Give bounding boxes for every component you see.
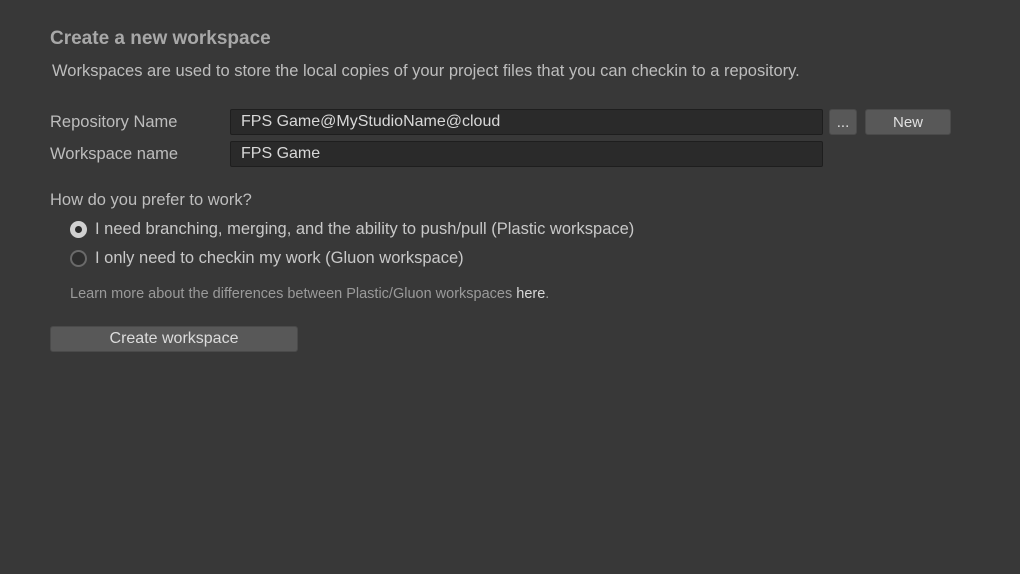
learn-more-suffix: . [545, 286, 549, 302]
radio-label: I only need to checkin my work (Gluon wo… [95, 249, 464, 268]
preference-prompt: How do you prefer to work? [50, 191, 970, 210]
new-repository-button[interactable]: New [865, 109, 951, 135]
repository-row: Repository Name ... New [50, 109, 970, 135]
radio-icon [70, 221, 87, 238]
workspace-input[interactable] [230, 141, 823, 167]
radio-label: I need branching, merging, and the abili… [95, 220, 634, 239]
learn-more-text: Learn more about the differences between… [50, 286, 970, 302]
radio-option-plastic[interactable]: I need branching, merging, and the abili… [50, 220, 970, 239]
radio-icon [70, 250, 87, 267]
radio-option-gluon[interactable]: I only need to checkin my work (Gluon wo… [50, 249, 970, 268]
workspace-label: Workspace name [50, 145, 230, 164]
create-workspace-button[interactable]: Create workspace [50, 326, 298, 352]
repository-input[interactable] [230, 109, 823, 135]
page-title: Create a new workspace [50, 28, 970, 50]
learn-more-link[interactable]: here [516, 286, 545, 302]
page-description: Workspaces are used to store the local c… [52, 62, 970, 81]
learn-more-prefix: Learn more about the differences between… [70, 286, 516, 302]
repository-label: Repository Name [50, 113, 230, 132]
workspace-row: Workspace name [50, 141, 970, 167]
browse-repository-button[interactable]: ... [829, 109, 857, 135]
